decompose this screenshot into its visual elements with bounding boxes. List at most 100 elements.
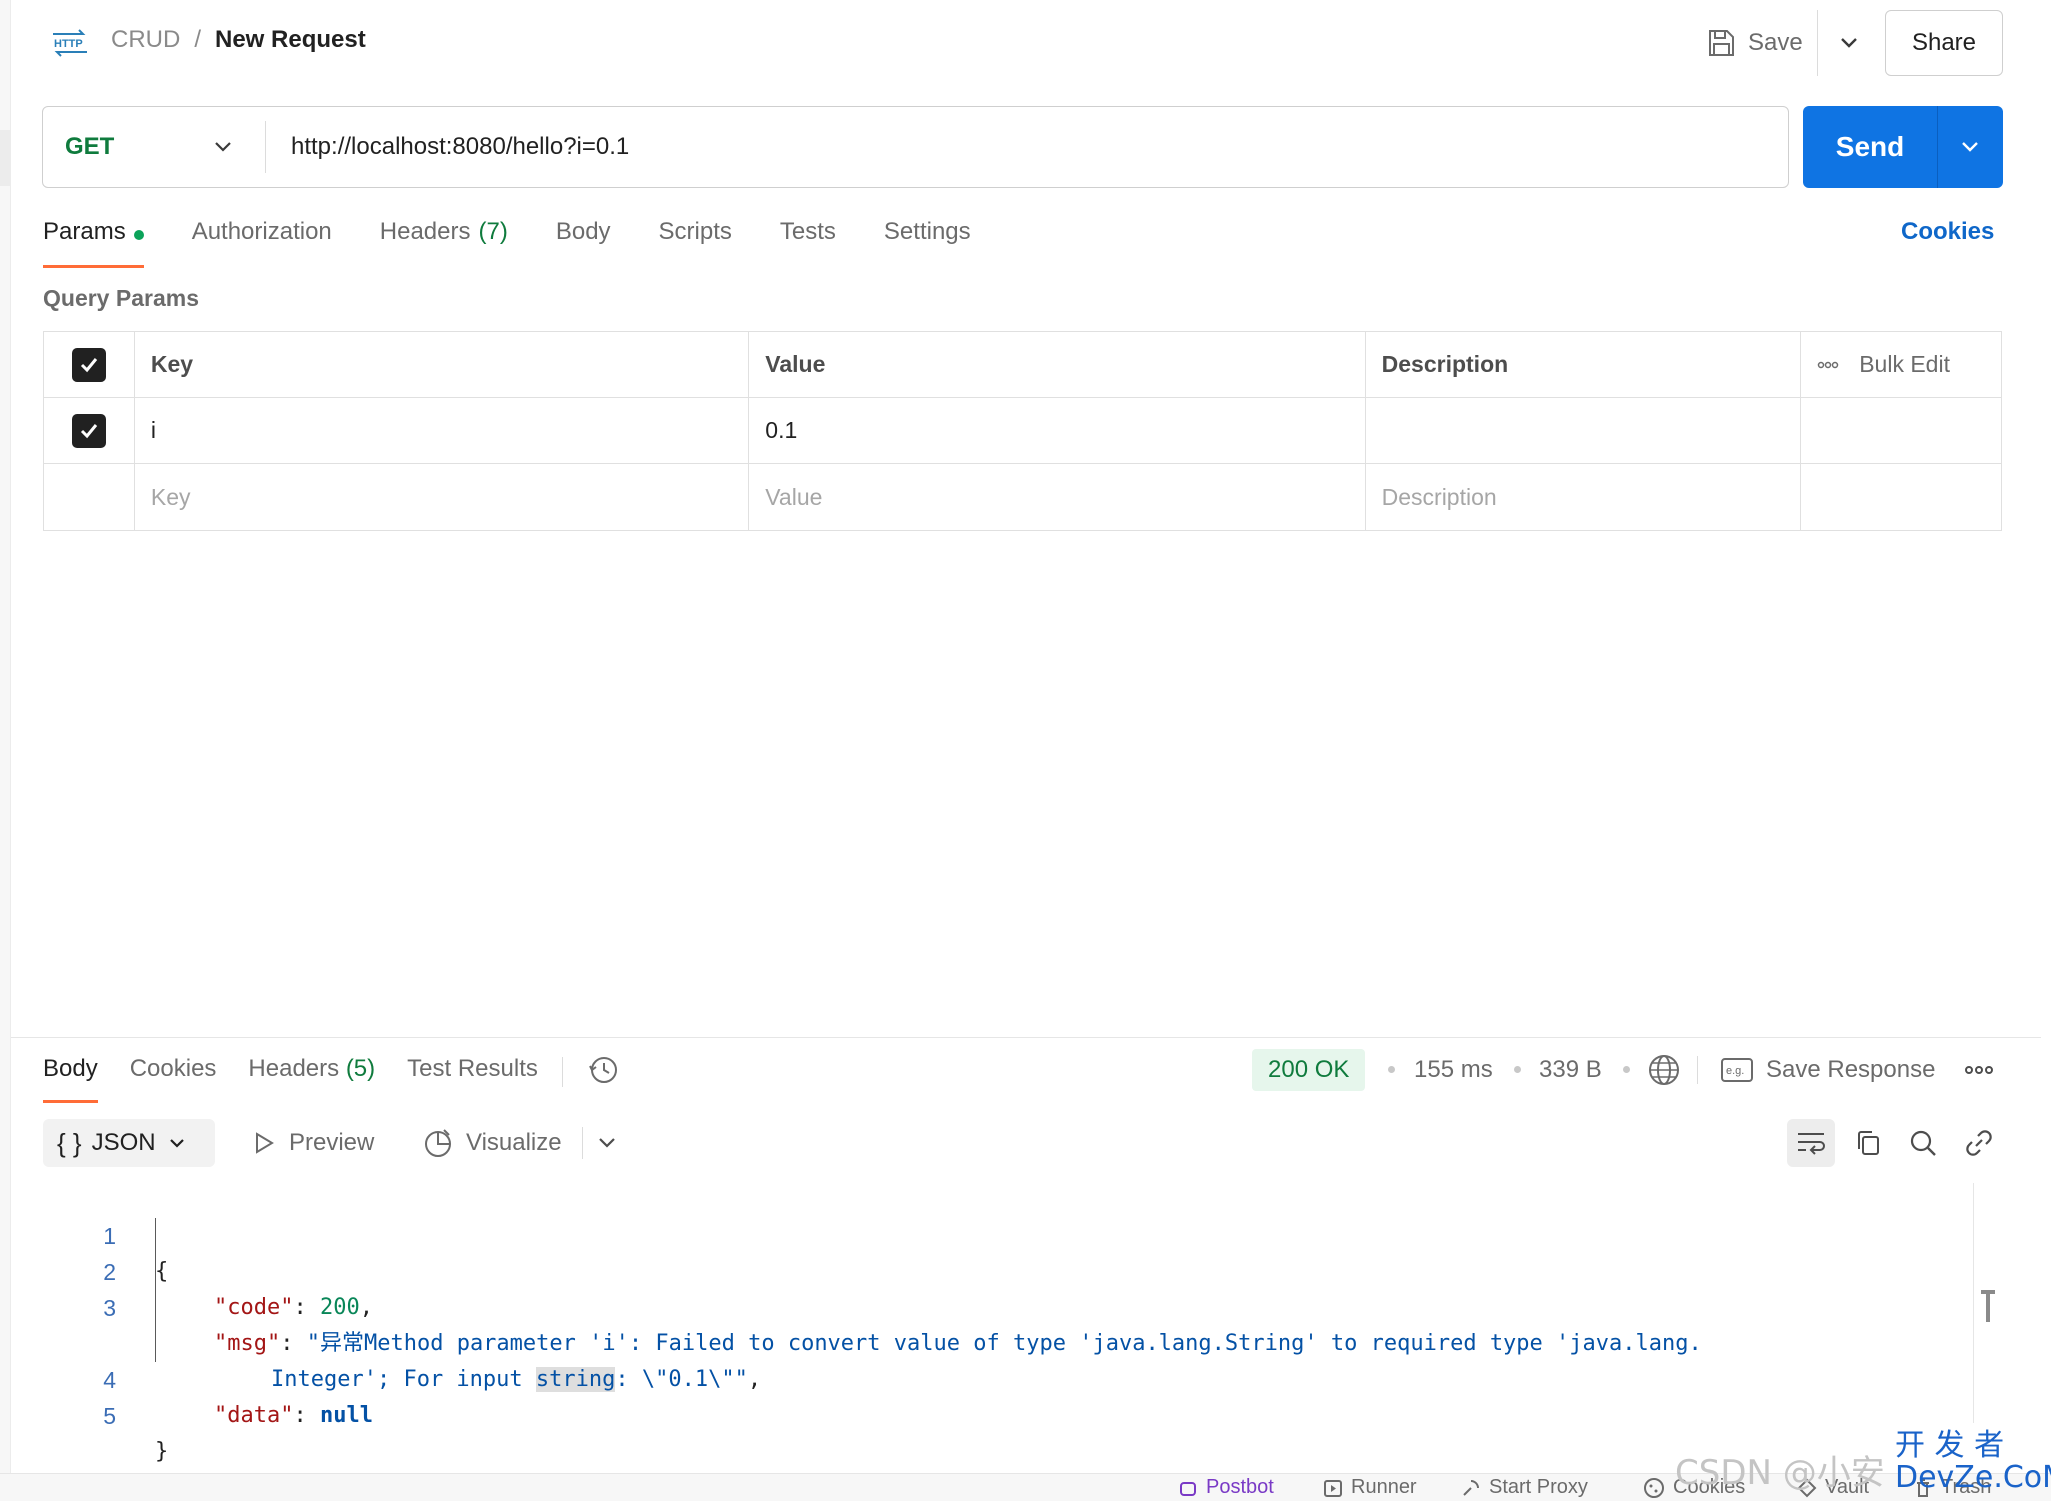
text-cursor-icon xyxy=(1981,1290,1995,1322)
params-active-dot xyxy=(133,230,144,240)
tab-label: Headers xyxy=(379,218,471,245)
select-all-cell xyxy=(44,332,135,397)
tab-tests[interactable]: Tests xyxy=(780,218,836,268)
row-check-cell xyxy=(44,464,135,530)
tab-label: Params xyxy=(43,218,126,245)
param-value-field[interactable]: 0.1 xyxy=(749,398,1366,463)
svg-text:HTTP: HTTP xyxy=(54,38,83,50)
tab-scripts[interactable]: Scripts xyxy=(659,218,732,268)
table-row: i 0.1 xyxy=(44,398,2001,464)
line-number: 5 xyxy=(103,1403,116,1429)
send-button[interactable]: Send xyxy=(1803,106,2003,188)
response-divider[interactable] xyxy=(11,1037,2041,1038)
new-key-field[interactable]: Key xyxy=(135,464,750,530)
play-icon xyxy=(1324,1479,1342,1497)
indent-guide xyxy=(155,1218,156,1362)
select-all-checkbox[interactable] xyxy=(71,347,106,382)
meta-bullet xyxy=(1388,1066,1395,1073)
code-text: "data": null xyxy=(214,1403,373,1428)
chevron-down-icon xyxy=(169,1139,184,1148)
share-button[interactable]: Share xyxy=(1885,10,2003,76)
response-tab-cookies[interactable]: Cookies xyxy=(130,1055,217,1103)
tab-authorization[interactable]: Authorization xyxy=(192,218,332,268)
preview-button[interactable]: Preview xyxy=(251,1119,374,1167)
meta-divider xyxy=(1697,1056,1698,1084)
code-line: 4 "data": null xyxy=(60,1326,1960,1428)
globe-icon[interactable] xyxy=(1646,1052,1682,1088)
chevron-down-icon[interactable] xyxy=(1956,133,1984,161)
cookie-icon xyxy=(1644,1477,1664,1498)
visualize-icon xyxy=(425,1129,451,1157)
code-line: 1 { xyxy=(60,1182,1960,1284)
bulk-edit-button[interactable]: Bulk Edit xyxy=(1859,351,1950,378)
request-name[interactable]: New Request xyxy=(215,26,366,54)
new-extra-cell xyxy=(1801,464,2001,530)
postbot-icon xyxy=(1180,1481,1196,1496)
response-size[interactable]: 339 B xyxy=(1539,1049,1602,1091)
send-label[interactable]: Send xyxy=(1803,106,1937,188)
request-bar: GET http://localhost:8080/hello?i=0.1 xyxy=(42,106,1789,188)
response-tab-test-results[interactable]: Test Results xyxy=(407,1055,538,1103)
response-tabs: Body Cookies Headers (5) Test Results xyxy=(43,1055,621,1103)
runner-button[interactable]: Runner xyxy=(1323,1476,1417,1499)
close-brace: } xyxy=(155,1439,169,1464)
chevron-down-icon[interactable] xyxy=(1834,28,1864,58)
wrap-lines-button[interactable] xyxy=(1787,1119,1835,1167)
request-header: HTTP CRUD / New Request Save Share xyxy=(11,0,2041,86)
breadcrumb-collection[interactable]: CRUD xyxy=(111,26,180,54)
breadcrumb-separator: / xyxy=(194,26,201,53)
save-icon xyxy=(1709,30,1734,56)
postbot-button[interactable]: Postbot xyxy=(1178,1476,1274,1499)
url-input[interactable]: http://localhost:8080/hello?i=0.1 xyxy=(291,107,629,187)
column-header-value: Value xyxy=(749,332,1366,397)
more-icon[interactable] xyxy=(1964,1060,1994,1080)
status-badge[interactable]: 200 OK xyxy=(1252,1049,1366,1091)
left-sidebar-edge xyxy=(0,0,11,1501)
link-button[interactable] xyxy=(1955,1119,2003,1167)
http-icon: HTTP xyxy=(53,29,87,57)
param-enabled-checkbox[interactable] xyxy=(71,413,106,448)
response-tab-headers[interactable]: Headers (5) xyxy=(248,1055,375,1103)
meta-bullet xyxy=(1623,1066,1630,1073)
table-row-empty: Key Value Description xyxy=(44,464,2001,530)
start-proxy-button[interactable]: Start Proxy xyxy=(1461,1476,1588,1499)
response-time[interactable]: 155 ms xyxy=(1414,1049,1493,1091)
param-key-field[interactable]: i xyxy=(135,398,750,463)
copy-icon xyxy=(1858,1131,1879,1155)
watermark-line-bottom: DevZe.CoM xyxy=(1895,1460,2051,1495)
chevron-down-icon[interactable] xyxy=(593,1129,621,1157)
tab-label: Settings xyxy=(883,218,971,245)
tab-label: Headers xyxy=(248,1055,340,1082)
tab-body[interactable]: Body xyxy=(556,218,611,268)
visualize-button[interactable]: Visualize xyxy=(422,1119,562,1167)
new-value-field[interactable]: Value xyxy=(749,464,1366,530)
save-label: Save xyxy=(1748,29,1803,56)
new-description-field[interactable]: Description xyxy=(1366,464,1802,530)
meta-bullet xyxy=(1514,1066,1521,1073)
runner-label: Runner xyxy=(1351,1476,1417,1498)
check-icon xyxy=(80,357,98,372)
start-proxy-label: Start Proxy xyxy=(1489,1476,1588,1498)
param-description-field[interactable] xyxy=(1366,398,1802,463)
tabs-divider xyxy=(561,1057,563,1087)
save-button[interactable]: Save xyxy=(1706,20,1803,66)
tab-label: Scripts xyxy=(658,218,732,245)
link-icon xyxy=(1966,1130,1992,1156)
visualize-label: Visualize xyxy=(466,1129,562,1156)
response-tab-body[interactable]: Body xyxy=(43,1055,98,1103)
csdn-watermark: CSDN @小安 xyxy=(1675,1453,1885,1493)
search-button[interactable] xyxy=(1899,1119,1947,1167)
format-label: JSON xyxy=(91,1129,156,1156)
tab-settings[interactable]: Settings xyxy=(884,218,971,268)
response-body-editor[interactable]: 1 { 2 "code": 200, 3 "msg": "异常Method pa… xyxy=(60,1182,1960,1464)
cookies-link[interactable]: Cookies xyxy=(1901,218,1994,246)
tab-params[interactable]: Params xyxy=(43,218,144,268)
history-icon[interactable] xyxy=(587,1053,621,1087)
tab-count: (5) xyxy=(345,1055,376,1082)
more-icon[interactable] xyxy=(1817,361,1839,369)
save-response-button[interactable]: Save Response xyxy=(1766,1049,1935,1091)
format-select[interactable]: { } JSON xyxy=(43,1119,215,1167)
tab-label: Body xyxy=(555,218,611,245)
tab-headers[interactable]: Headers (7) xyxy=(380,218,508,268)
copy-button[interactable] xyxy=(1844,1119,1892,1167)
